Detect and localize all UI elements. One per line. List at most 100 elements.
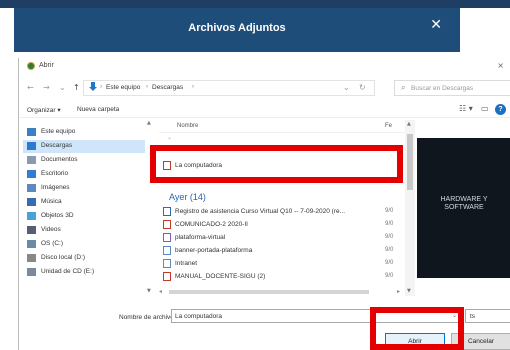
attachments-modal-header: Archivos Adjuntos ✕ xyxy=(14,8,460,52)
preview-line: SOFTWARE xyxy=(444,204,484,211)
sidebar-item-musica[interactable]: Música xyxy=(27,196,147,209)
preview-text: HARDWARE Y SOFTWARE xyxy=(417,196,510,212)
column-name-header[interactable]: Nombre xyxy=(177,123,198,129)
sidebar-item-label: Descargas xyxy=(41,142,73,149)
sidebar-item-label: Música xyxy=(41,198,62,205)
scrollbar-thumb[interactable] xyxy=(169,290,369,294)
highlight-open-button-annotation xyxy=(370,307,464,350)
filename-value: La computadora xyxy=(175,313,222,320)
sidebar-item-videos[interactable]: Videos xyxy=(27,224,147,237)
address-dropdown-icon[interactable]: ⌄ xyxy=(343,83,350,93)
scroll-up-icon[interactable]: ▲ xyxy=(147,120,151,126)
breadcrumb-separator: › xyxy=(146,84,148,90)
image-file-icon xyxy=(163,246,171,255)
music-icon xyxy=(27,198,36,206)
up-folder-icon[interactable]: ↑ xyxy=(73,83,80,93)
desktop-icon xyxy=(27,170,36,178)
group-header-partial: ⌄ xyxy=(167,135,173,141)
file-name: Registro de asistencia Curso Virtual Q10… xyxy=(175,208,346,215)
sidebar-item-unidad-cd-e[interactable]: Unidad de CD (E:) xyxy=(27,266,147,279)
breadcrumb-descargas[interactable]: Descargas xyxy=(152,84,183,91)
file-date: 9/0 xyxy=(385,234,394,240)
breadcrumb-este-equipo[interactable]: Este equipo xyxy=(106,84,140,91)
breadcrumb-separator: › xyxy=(192,84,194,90)
dialog-close-icon[interactable]: × xyxy=(497,61,504,70)
file-date: 9/0 xyxy=(385,221,394,227)
view-options-icon[interactable]: ☷ ▾ xyxy=(459,104,473,113)
sidebar-item-label: Imágenes xyxy=(41,184,70,191)
preview-pane-icon[interactable]: ▭ xyxy=(481,104,489,113)
file-type-filter[interactable]: ts xyxy=(465,309,510,323)
breadcrumb-separator: › xyxy=(100,84,102,90)
dialog-title: Abrir xyxy=(39,62,54,69)
sidebar-item-label: OS (C:) xyxy=(41,240,64,247)
sidebar-item-imagenes[interactable]: Imágenes xyxy=(27,182,147,195)
scroll-right-icon[interactable]: ▸ xyxy=(397,288,400,295)
highlight-file-annotation xyxy=(150,145,403,183)
computer-icon xyxy=(27,128,36,136)
file-row[interactable]: Intranet 9/0 xyxy=(163,258,397,270)
file-row[interactable]: MANUAL_DOCENTE-SIGU (2) 9/0 xyxy=(163,271,397,283)
image-file-icon xyxy=(163,259,171,268)
file-name: Intranet xyxy=(175,260,198,267)
close-icon[interactable]: ✕ xyxy=(430,18,442,32)
file-list-header: Nombre Fe xyxy=(159,120,405,133)
chrome-icon xyxy=(27,62,35,70)
scroll-down-icon[interactable]: ▼ xyxy=(407,288,411,294)
help-icon[interactable]: ? xyxy=(495,104,506,115)
file-name: COMUNICADO-2 2020-II xyxy=(175,221,248,228)
pictures-icon xyxy=(27,184,36,192)
dialog-toolbar: Organizar ▾ Nueva carpeta ☷ ▾ ▭ ? xyxy=(19,102,510,118)
column-date-header[interactable]: Fe xyxy=(385,123,392,129)
file-row[interactable]: banner-portada-plataforma 9/0 xyxy=(163,245,397,257)
sidebar-item-disco-local-d[interactable]: Disco local (D:) xyxy=(27,252,147,265)
navigation-pane: Este equipo Descargas Documentos Escrito… xyxy=(19,120,153,296)
scroll-up-icon[interactable]: ▲ xyxy=(407,121,411,127)
organize-button[interactable]: Organizar ▾ xyxy=(27,106,61,114)
recent-dropdown-icon[interactable]: ⌄ xyxy=(59,83,66,93)
refresh-icon[interactable]: ↻ xyxy=(359,83,366,93)
sidebar-item-label: Videos xyxy=(41,226,61,233)
group-header-ayer[interactable]: Ayer (14) xyxy=(169,192,206,204)
drive-icon xyxy=(27,240,36,248)
horizontal-scrollbar[interactable]: ◂ ▸ xyxy=(159,288,405,296)
sidebar-item-documentos[interactable]: Documentos xyxy=(27,154,147,167)
dialog-titlebar: Abrir × xyxy=(19,58,510,74)
sidebar-item-descargas[interactable]: Descargas xyxy=(23,140,145,153)
sidebar-item-os-c[interactable]: OS (C:) xyxy=(27,238,147,251)
sidebar-item-este-equipo[interactable]: Este equipo xyxy=(27,126,147,139)
search-input[interactable]: ⌕ Buscar en Descargas xyxy=(394,80,510,96)
file-date: 9/0 xyxy=(385,247,394,253)
word-file-icon xyxy=(163,207,171,216)
scroll-down-icon[interactable]: ▼ xyxy=(147,288,151,294)
sidebar-item-escritorio[interactable]: Escritorio xyxy=(27,168,147,181)
modal-title: Archivos Adjuntos xyxy=(188,22,286,34)
sidebar-item-label: Este equipo xyxy=(41,128,76,135)
scrollbar-thumb[interactable] xyxy=(407,134,413,190)
file-date: 9/0 xyxy=(385,260,394,266)
documents-icon xyxy=(27,156,36,164)
sidebar-item-label: Escritorio xyxy=(41,170,69,177)
file-row[interactable]: plataforma-virtual 9/0 xyxy=(163,232,397,244)
file-name: MANUAL_DOCENTE-SIGU (2) xyxy=(175,273,266,280)
back-arrow-icon[interactable]: ← xyxy=(27,83,34,93)
filename-label: Nombre de archivo: xyxy=(119,314,176,321)
new-folder-button[interactable]: Nueva carpeta xyxy=(77,106,119,113)
sidebar-item-label: Disco local (D:) xyxy=(41,254,86,261)
file-row[interactable]: COMUNICADO-2 2020-II 9/0 xyxy=(163,219,397,231)
forward-arrow-icon[interactable]: → xyxy=(43,83,50,93)
background-strip xyxy=(0,0,510,8)
file-list-scrollbar[interactable]: ▲ ▼ xyxy=(405,120,415,296)
sidebar-item-label: Unidad de CD (E:) xyxy=(41,268,95,275)
scroll-left-icon[interactable]: ◂ xyxy=(159,288,162,295)
videos-icon xyxy=(27,226,36,234)
file-name: plataforma-virtual xyxy=(175,234,226,241)
drive-icon xyxy=(27,254,36,262)
objects3d-icon xyxy=(27,212,36,220)
sidebar-item-objetos-3d[interactable]: Objetos 3D xyxy=(27,210,147,223)
file-row[interactable]: Registro de asistencia Curso Virtual Q10… xyxy=(163,206,397,218)
search-placeholder: Buscar en Descargas xyxy=(411,85,474,92)
file-name: banner-portada-plataforma xyxy=(175,247,253,254)
preview-line: HARDWARE Y xyxy=(440,196,488,203)
file-date: 9/0 xyxy=(385,208,394,214)
